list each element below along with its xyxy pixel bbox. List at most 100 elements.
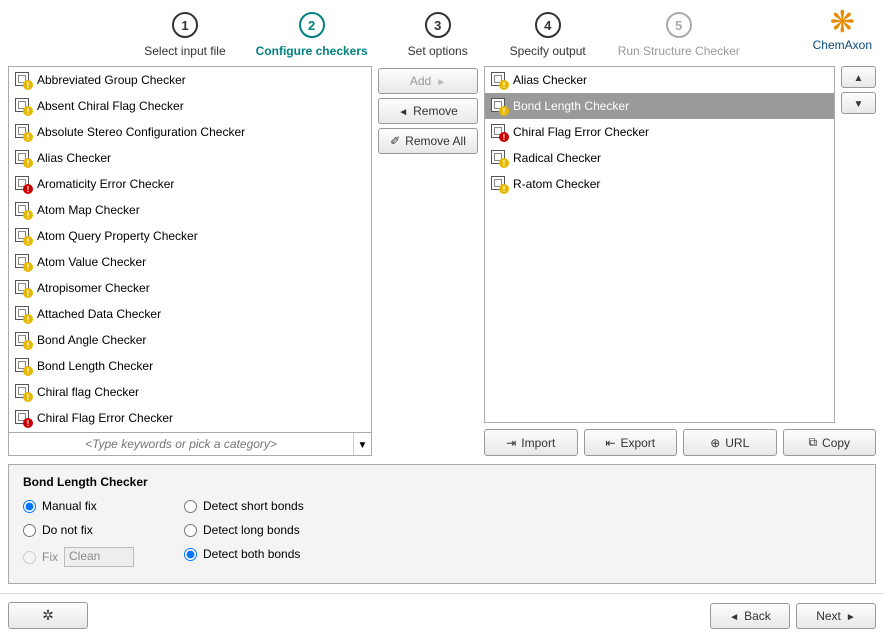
list-item[interactable]: Absolute Stereo Configuration Checker [9, 119, 371, 145]
step-2[interactable]: 2Configure checkers [256, 12, 368, 58]
io-buttons-row: ⇥ Import ⇤ Export ⊕ URL ⧉ Copy [484, 429, 876, 456]
list-item[interactable]: Chiral Flag Error Checker [9, 405, 371, 431]
step-4[interactable]: 4Specify output [508, 12, 588, 58]
checker-icon [15, 228, 31, 244]
filter-dropdown-button[interactable] [353, 433, 371, 455]
step-number: 3 [425, 12, 451, 38]
chevron-down-icon [358, 437, 368, 451]
checker-icon [491, 150, 507, 166]
list-item[interactable]: Chiral Flag Error Checker [485, 119, 834, 145]
list-item[interactable]: Abbreviated Group Checker [9, 67, 371, 93]
back-button[interactable]: Back [710, 603, 790, 629]
fix-auto-radio[interactable]: Fix Clean [23, 547, 134, 567]
checker-icon [15, 176, 31, 192]
list-item[interactable]: Bond Angle Checker [9, 327, 371, 353]
step-5[interactable]: 5 Run Structure Checker [618, 12, 740, 58]
import-icon: ⇥ [506, 436, 516, 450]
copy-button[interactable]: ⧉ Copy [783, 429, 877, 456]
detect-both-radio[interactable]: Detect both bonds [184, 547, 304, 561]
available-checkers-list[interactable]: Abbreviated Group Checker Absent Chiral F… [9, 67, 371, 432]
list-item[interactable]: Bond Length Checker [485, 93, 834, 119]
list-item[interactable]: Radical Checker [485, 145, 834, 171]
checker-icon [15, 254, 31, 270]
step-label: Configure checkers [256, 44, 368, 58]
export-button[interactable]: ⇤ Export [584, 429, 678, 456]
add-button[interactable]: Add [378, 68, 478, 94]
checker-icon [15, 202, 31, 218]
step-number: 5 [666, 12, 692, 38]
url-icon: ⊕ [710, 436, 720, 450]
list-item-label: Atom Value Checker [37, 255, 146, 269]
list-item-label: Chiral Flag Error Checker [37, 411, 173, 425]
url-button[interactable]: ⊕ URL [683, 429, 777, 456]
detect-mode-group: Detect short bonds Detect long bonds Det… [184, 499, 304, 567]
move-up-button[interactable] [841, 66, 876, 88]
arrow-up-icon [854, 70, 864, 84]
list-item[interactable]: Attached Data Checker [9, 301, 371, 327]
list-item[interactable]: Aromaticity Error Checker [9, 171, 371, 197]
list-item-label: Atropisomer Checker [37, 281, 150, 295]
checker-detail-panel: Bond Length Checker Manual fix Do not fi… [8, 464, 876, 584]
list-item[interactable]: Chiral flag Checker [9, 379, 371, 405]
selected-checkers-list[interactable]: Alias CheckerBond Length CheckerChiral F… [485, 67, 834, 197]
fix-method-select: Clean [64, 547, 134, 567]
step-label: Specify output [510, 44, 586, 58]
step-3[interactable]: 3Set options [398, 12, 478, 58]
step-label: Select input file [144, 44, 225, 58]
gear-icon: ✲ [42, 607, 54, 624]
fix-donot-radio[interactable]: Do not fix [23, 523, 134, 537]
fix-manual-radio[interactable]: Manual fix [23, 499, 134, 513]
settings-button[interactable]: ✲ [8, 602, 88, 629]
checker-icon [15, 150, 31, 166]
remove-button[interactable]: Remove [378, 98, 478, 124]
list-item[interactable]: Absent Chiral Flag Checker [9, 93, 371, 119]
list-item[interactable]: R-atom Checker [485, 171, 834, 197]
list-item-label: Absolute Stereo Configuration Checker [37, 125, 245, 139]
checker-icon [15, 98, 31, 114]
list-item[interactable]: Bond Length Checker [9, 353, 371, 379]
checker-icon [15, 306, 31, 322]
checker-icon [491, 72, 507, 88]
list-item-label: Alias Checker [37, 151, 111, 165]
transfer-buttons: Add Remove ✐ Remove All [378, 66, 478, 456]
list-item[interactable]: Atom Value Checker [9, 249, 371, 275]
filter-input[interactable] [9, 433, 353, 455]
import-button[interactable]: ⇥ Import [484, 429, 578, 456]
list-item-label: R-atom Checker [513, 177, 600, 191]
checker-icon [491, 176, 507, 192]
eraser-icon: ✐ [390, 134, 400, 148]
remove-all-button[interactable]: ✐ Remove All [378, 128, 478, 154]
list-item-label: Aromaticity Error Checker [37, 177, 174, 191]
list-item-label: Bond Length Checker [37, 359, 153, 373]
list-item[interactable]: Atom Query Property Checker [9, 223, 371, 249]
available-checkers-panel: Abbreviated Group Checker Absent Chiral F… [8, 66, 372, 456]
detect-short-radio[interactable]: Detect short bonds [184, 499, 304, 513]
arrow-down-icon [854, 96, 864, 110]
list-item[interactable]: Atropisomer Checker [9, 275, 371, 301]
list-item-label: Absent Chiral Flag Checker [37, 99, 184, 113]
step-1[interactable]: 1 Select input file [144, 12, 225, 58]
list-item[interactable]: Alias Checker [485, 67, 834, 93]
move-down-button[interactable] [841, 92, 876, 114]
step-number: 1 [172, 12, 198, 38]
brand-name: ChemAxon [813, 38, 872, 52]
fix-mode-group: Manual fix Do not fix Fix Clean [23, 499, 134, 567]
step-label: Run Structure Checker [618, 44, 740, 58]
checker-icon [15, 410, 31, 426]
list-item[interactable]: Atom Map Checker [9, 197, 371, 223]
checker-icon [15, 358, 31, 374]
arrow-left-icon [729, 609, 739, 623]
list-item-label: Attached Data Checker [37, 307, 161, 321]
list-item-label: Radical Checker [513, 151, 601, 165]
checker-icon [15, 384, 31, 400]
list-item[interactable]: Alias Checker [9, 145, 371, 171]
checker-icon [491, 98, 507, 114]
checker-icon [15, 72, 31, 88]
detect-long-radio[interactable]: Detect long bonds [184, 523, 304, 537]
checker-icon [15, 124, 31, 140]
checker-icon [15, 332, 31, 348]
footer-bar: ✲ Back Next [0, 593, 884, 637]
arrow-left-icon [398, 104, 408, 118]
next-button[interactable]: Next [796, 603, 876, 629]
checker-icon [15, 280, 31, 296]
